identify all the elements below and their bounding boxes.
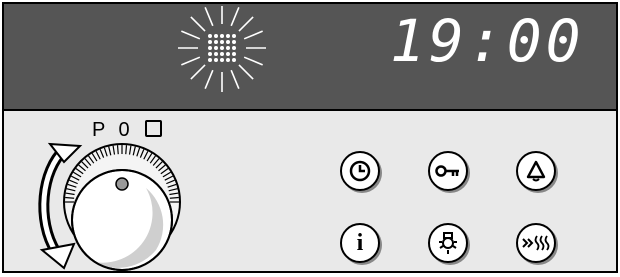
info-icon: i: [356, 230, 364, 256]
selector-knob[interactable]: [34, 140, 204, 273]
blinking-indicator-icon: [178, 6, 266, 92]
knob-indicator-dot: [115, 177, 129, 191]
square-position-icon: [145, 120, 163, 137]
oven-control-panel: 19:00 P 0 i: [2, 2, 618, 273]
bell-icon: [526, 160, 546, 182]
rapid-heat-icon: [522, 235, 550, 251]
key-button[interactable]: [428, 151, 468, 191]
clock-icon: [349, 160, 371, 182]
key-icon: [435, 165, 459, 177]
light-button[interactable]: [428, 223, 468, 263]
timer-button[interactable]: [516, 151, 556, 191]
knob-label-0: 0: [118, 119, 134, 141]
lamp-icon: [439, 232, 457, 254]
knob-label-p: P: [92, 119, 109, 141]
rapid-heat-button[interactable]: [516, 223, 556, 263]
clock-display: 19:00: [390, 7, 585, 75]
display-band: 19:00: [4, 4, 616, 111]
knob-position-labels: P 0: [92, 119, 163, 141]
info-button[interactable]: i: [340, 223, 380, 263]
clock-button[interactable]: [340, 151, 380, 191]
